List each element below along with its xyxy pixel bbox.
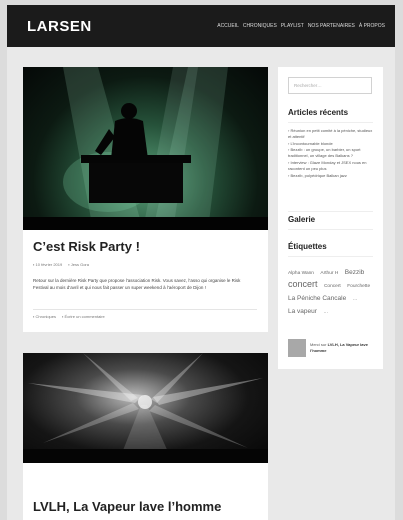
tags-title: Étiquettes <box>288 242 327 251</box>
tag-link[interactable]: Bezzib <box>345 269 365 276</box>
nav-item-partenaires[interactable]: NOS PARTENAIRES <box>308 23 355 29</box>
avatar <box>288 339 306 357</box>
post-author[interactable]: ▪ Jess Gora <box>68 262 89 267</box>
tag-link[interactable]: … <box>323 310 328 315</box>
post-category-link[interactable]: ▪ Chroniques <box>33 314 56 319</box>
recent-post-item[interactable]: › Réunion en petit comité à la péniche, … <box>288 128 376 140</box>
main-nav: ACCUEIL CHRONIQUES PLAYLIST NOS PARTENAI… <box>217 23 385 29</box>
gallery-title: Galerie <box>288 215 316 224</box>
nav-item-a-propos[interactable]: À PROPOS <box>359 23 385 29</box>
tag-link[interactable]: concert <box>288 279 318 289</box>
recent-post-item[interactable]: › L’incontournable blonde <box>288 141 376 147</box>
divider <box>288 122 373 123</box>
tag-link[interactable]: … <box>353 297 358 302</box>
post-date[interactable]: ▪ 10 février 2019 <box>33 262 62 267</box>
sidebar: Rechercher… Articles récents › Réunion e… <box>278 67 383 369</box>
post-card: C’est Risk Party ! ▪ 10 février 2019 ▪ J… <box>23 67 268 332</box>
stage-lights-image <box>23 353 268 463</box>
recent-posts-title: Articles récents <box>288 108 349 117</box>
post-title[interactable]: LVLH, La Vapeur lave l’homme <box>33 499 221 514</box>
tag-link[interactable]: Fourchette <box>347 284 370 289</box>
post-meta: ▪ 10 février 2019 ▪ Jess Gora <box>33 262 89 267</box>
post-excerpt: Retour sur la dernière Risk Party que pr… <box>33 278 241 290</box>
tag-cloud: Alpha Wann Arthur H Bezzib concert Conce… <box>288 265 376 317</box>
post-title[interactable]: C’est Risk Party ! <box>33 239 140 254</box>
nav-item-playlist[interactable]: PLAYLIST <box>281 23 304 29</box>
post-footer: ▪ Chroniques ▪ Écrire un commentaire <box>33 309 257 319</box>
divider <box>288 229 373 230</box>
recent-post-item[interactable]: › Interview : Glaze Monday et JSEX nous … <box>288 160 376 172</box>
nav-item-accueil[interactable]: ACCUEIL <box>217 23 239 29</box>
recent-posts-list: › Réunion en petit comité à la péniche, … <box>288 128 376 179</box>
dj-silhouette-image <box>23 67 268 230</box>
recent-post-item[interactable]: › Bezzib : un groupe, un barbier, un spo… <box>288 147 376 159</box>
tag-link[interactable]: Concert <box>324 284 341 289</box>
recent-comment-text[interactable]: Merci sur LVLH, La Vapeur lave l’homme <box>310 342 376 353</box>
post-featured-image[interactable] <box>23 353 268 463</box>
page-content: C’est Risk Party ! ▪ 10 février 2019 ▪ J… <box>7 47 395 520</box>
tag-link[interactable]: Arthur H <box>320 271 338 276</box>
post-card: LVLH, La Vapeur lave l’homme <box>23 353 268 520</box>
tag-link[interactable]: Alpha Wann <box>288 271 314 276</box>
post-featured-image[interactable] <box>23 67 268 230</box>
divider <box>288 256 373 257</box>
recent-post-item[interactable]: › Bezzib, polyédrique Balkan jazz <box>288 173 376 179</box>
site-logo[interactable]: LARSEN <box>27 18 92 35</box>
top-navigation-bar: LARSEN ACCUEIL CHRONIQUES PLAYLIST NOS P… <box>7 5 395 47</box>
tag-link[interactable]: La vapeur <box>288 308 317 315</box>
tag-link[interactable]: La Péniche Cancale <box>288 295 346 302</box>
divider <box>288 211 373 212</box>
recent-comment: Merci sur LVLH, La Vapeur lave l’homme <box>288 339 376 361</box>
post-comment-link[interactable]: ▪ Écrire un commentaire <box>62 314 105 319</box>
nav-item-chroniques[interactable]: CHRONIQUES <box>243 23 277 29</box>
search-input[interactable]: Rechercher… <box>288 77 372 94</box>
